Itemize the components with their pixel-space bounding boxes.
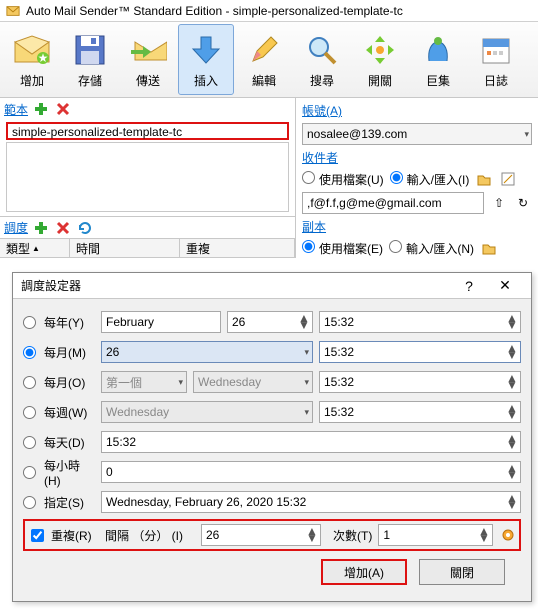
toolbar-save[interactable]: 存儲 <box>62 24 118 95</box>
yearly-day[interactable]: 26▲▼ <box>227 311 313 333</box>
interval-label: 間隔 （分） (I) <box>105 527 195 544</box>
template-label[interactable]: 範本 <box>4 101 28 118</box>
app-icon <box>6 4 20 18</box>
hourly-radio[interactable]: 每小時(H) <box>23 457 95 488</box>
schedule-dialog: 調度設定器 ? ✕ 每年(Y) February 26▲▼ 15:32▲▼ 每月… <box>12 272 532 602</box>
toolbar-insert[interactable]: 插入 <box>178 24 234 95</box>
cc-open-icon[interactable] <box>480 239 498 257</box>
count-field[interactable]: 1▲▼ <box>378 524 493 546</box>
calendar-icon <box>476 30 516 70</box>
col-repeat[interactable]: 重複 <box>180 239 295 257</box>
template-delete-icon[interactable] <box>54 100 72 118</box>
toolbar-macro[interactable]: 巨集 <box>410 24 466 95</box>
monthly-time[interactable]: 15:32▲▼ <box>319 341 521 363</box>
open-recipients-icon[interactable] <box>475 170 493 188</box>
hourly-min[interactable]: 0▲▼ <box>101 461 521 483</box>
repeat-checkbox[interactable]: 重複(R) <box>27 526 99 545</box>
daily-radio[interactable]: 每天(D) <box>23 434 95 451</box>
toolbar-send[interactable]: 傳送 <box>120 24 176 95</box>
window-title: Auto Mail Sender™ Standard Edition - sim… <box>26 4 403 18</box>
dialog-title: 調度設定器 <box>21 277 81 294</box>
yearly-radio[interactable]: 每年(Y) <box>23 314 95 331</box>
edit-recipients-icon[interactable] <box>499 170 517 188</box>
cc-use-file-radio[interactable]: 使用檔案(E) <box>302 240 383 257</box>
cc-input-import-radio[interactable]: 輸入/匯入(N) <box>389 240 474 257</box>
template-list-area[interactable] <box>6 142 289 212</box>
daily-time[interactable]: 15:32▲▼ <box>101 431 521 453</box>
dialog-close-button[interactable]: ✕ <box>487 277 523 294</box>
schedule-delete-icon[interactable] <box>54 219 72 237</box>
yearly-time[interactable]: 15:32▲▼ <box>319 311 521 333</box>
use-file-radio[interactable]: 使用檔案(U) <box>302 171 384 188</box>
weekly-time[interactable]: 15:32▲▼ <box>319 401 521 423</box>
weekly-dow[interactable]: Wednesday▾ <box>101 401 313 423</box>
yearly-month[interactable]: February <box>101 311 221 333</box>
weekly-radio[interactable]: 每週(W) <box>23 404 95 421</box>
input-import-radio[interactable]: 輸入/匯入(I) <box>390 171 470 188</box>
schedule-section-header: 調度 <box>0 216 295 238</box>
toolbar-edit[interactable]: 編輯 <box>236 24 292 95</box>
floppy-icon <box>70 30 110 70</box>
envelope-star-icon: ★ <box>12 30 52 70</box>
count-label: 次數(T) <box>333 527 372 544</box>
monthly-day[interactable]: 26▾ <box>101 341 313 363</box>
recipients-refresh-icon[interactable]: ↻ <box>514 194 532 212</box>
toolbar-log[interactable]: 日誌 <box>468 24 524 95</box>
recipients-up-icon[interactable]: ⇧ <box>490 194 508 212</box>
schedule-columns: 類型▲ 時間 重複 <box>0 238 295 258</box>
specify-datetime[interactable]: Wednesday, February 26, 2020 15:32▲▼ <box>101 491 521 513</box>
main-toolbar: ★ 增加 存儲 傳送 插入 編輯 搜尋 開關 巨集 日誌 <box>0 22 538 98</box>
envelope-arrow-icon <box>128 30 168 70</box>
schedule-label[interactable]: 調度 <box>4 219 28 236</box>
col-time[interactable]: 時間 <box>70 239 180 257</box>
monthly-o-radio[interactable]: 每月(O) <box>23 374 95 391</box>
specify-radio[interactable]: 指定(S) <box>23 494 95 511</box>
svg-text:★: ★ <box>38 51 49 65</box>
account-label[interactable]: 帳號(A) <box>302 102 342 119</box>
toolbar-search[interactable]: 搜尋 <box>294 24 350 95</box>
schedule-add-icon[interactable] <box>32 219 50 237</box>
dialog-close-btn[interactable]: 關閉 <box>419 559 505 585</box>
template-name-field[interactable]: simple-personalized-template-tc <box>6 122 289 140</box>
window-titlebar: Auto Mail Sender™ Standard Edition - sim… <box>0 0 538 22</box>
template-section-header: 範本 <box>0 98 295 120</box>
interval-field[interactable]: 26▲▼ <box>201 524 321 546</box>
pencil-icon <box>244 30 284 70</box>
down-arrow-icon <box>186 30 226 70</box>
toolbar-toggle[interactable]: 開關 <box>352 24 408 95</box>
template-add-icon[interactable] <box>32 100 50 118</box>
col-type[interactable]: 類型▲ <box>0 239 70 257</box>
monthly-o-time[interactable]: 15:32▲▼ <box>319 371 521 393</box>
magnifier-icon <box>302 30 342 70</box>
repeat-gear-icon[interactable] <box>499 526 517 544</box>
recipients-label[interactable]: 收件者 <box>302 149 338 166</box>
monthly-ordinal[interactable]: 第一個▾ <box>101 371 187 393</box>
monthly-radio[interactable]: 每月(M) <box>23 344 95 361</box>
account-combo[interactable]: nosalee@139.com▾ <box>302 123 532 145</box>
monthly-dow[interactable]: Wednesday▾ <box>193 371 313 393</box>
dialog-help-button[interactable]: ? <box>451 278 487 294</box>
arrows-icon <box>360 30 400 70</box>
recipients-field[interactable]: ,f@f.f,g@me@gmail.com <box>302 192 484 214</box>
schedule-refresh-icon[interactable] <box>76 219 94 237</box>
dialog-titlebar: 調度設定器 ? ✕ <box>13 273 531 299</box>
cc-label[interactable]: 副本 <box>302 218 326 235</box>
macro-icon <box>418 30 458 70</box>
dialog-add-button[interactable]: 增加(A) <box>321 559 407 585</box>
toolbar-add[interactable]: ★ 增加 <box>4 24 60 95</box>
